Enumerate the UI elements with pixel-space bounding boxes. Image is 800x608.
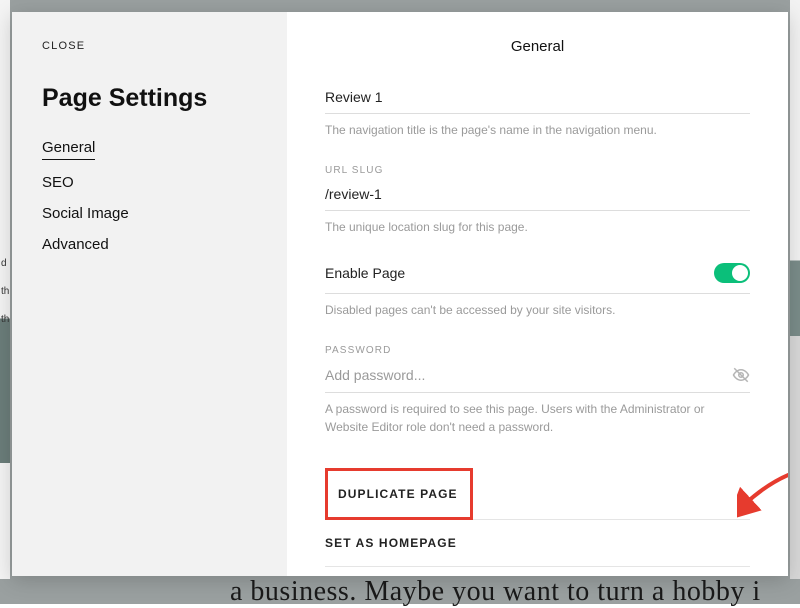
page-actions: DUPLICATE PAGE SET AS HOMEPAGE DELETE PA…	[325, 462, 750, 576]
navigation-title-input[interactable]	[325, 89, 750, 105]
url-slug-label: URL SLUG	[325, 165, 750, 176]
page-settings-modal: CLOSE Page Settings General SEO Social I…	[12, 12, 788, 576]
main-panel: General The navigation title is the page…	[287, 12, 788, 576]
enable-page-label: Enable Page	[325, 265, 405, 281]
toggle-knob	[732, 265, 748, 281]
password-input[interactable]	[325, 367, 724, 383]
annotation-highlight-box: DUPLICATE PAGE	[325, 468, 473, 520]
sidebar-item-advanced[interactable]: Advanced	[42, 236, 109, 253]
sidebar-title: Page Settings	[42, 84, 257, 113]
password-helper: A password is required to see this page.…	[325, 401, 750, 436]
close-button[interactable]: CLOSE	[42, 40, 257, 52]
url-slug-field: URL SLUG The unique location slug for th…	[325, 165, 750, 236]
password-field: PASSWORD A password is required to see t…	[325, 345, 750, 436]
background-text-bottom: a business. Maybe you want to turn a hob…	[230, 576, 761, 608]
sidebar-item-social-image[interactable]: Social Image	[42, 205, 129, 222]
background-sliver-right	[790, 0, 800, 579]
enable-page-toggle[interactable]	[714, 263, 750, 283]
sidebar-nav: General SEO Social Image Advanced	[42, 139, 257, 253]
enable-page-field: Enable Page Disabled pages can't be acce…	[325, 263, 750, 319]
navigation-title-helper: The navigation title is the page's name …	[325, 122, 750, 139]
sidebar-item-general[interactable]: General	[42, 139, 95, 160]
panel-heading: General	[325, 38, 750, 55]
sidebar-item-seo[interactable]: SEO	[42, 174, 74, 191]
visibility-off-icon[interactable]	[732, 366, 750, 384]
password-label: PASSWORD	[325, 345, 750, 356]
background-sliver-left: d th th	[0, 0, 10, 579]
delete-page-button[interactable]: DELETE PAGE	[325, 567, 750, 576]
set-as-homepage-button[interactable]: SET AS HOMEPAGE	[325, 520, 750, 567]
navigation-title-field: The navigation title is the page's name …	[325, 89, 750, 139]
url-slug-helper: The unique location slug for this page.	[325, 219, 750, 236]
duplicate-page-button[interactable]: DUPLICATE PAGE	[338, 487, 458, 501]
url-slug-input[interactable]	[325, 186, 750, 202]
sidebar: CLOSE Page Settings General SEO Social I…	[12, 12, 287, 576]
enable-page-helper: Disabled pages can't be accessed by your…	[325, 302, 750, 319]
